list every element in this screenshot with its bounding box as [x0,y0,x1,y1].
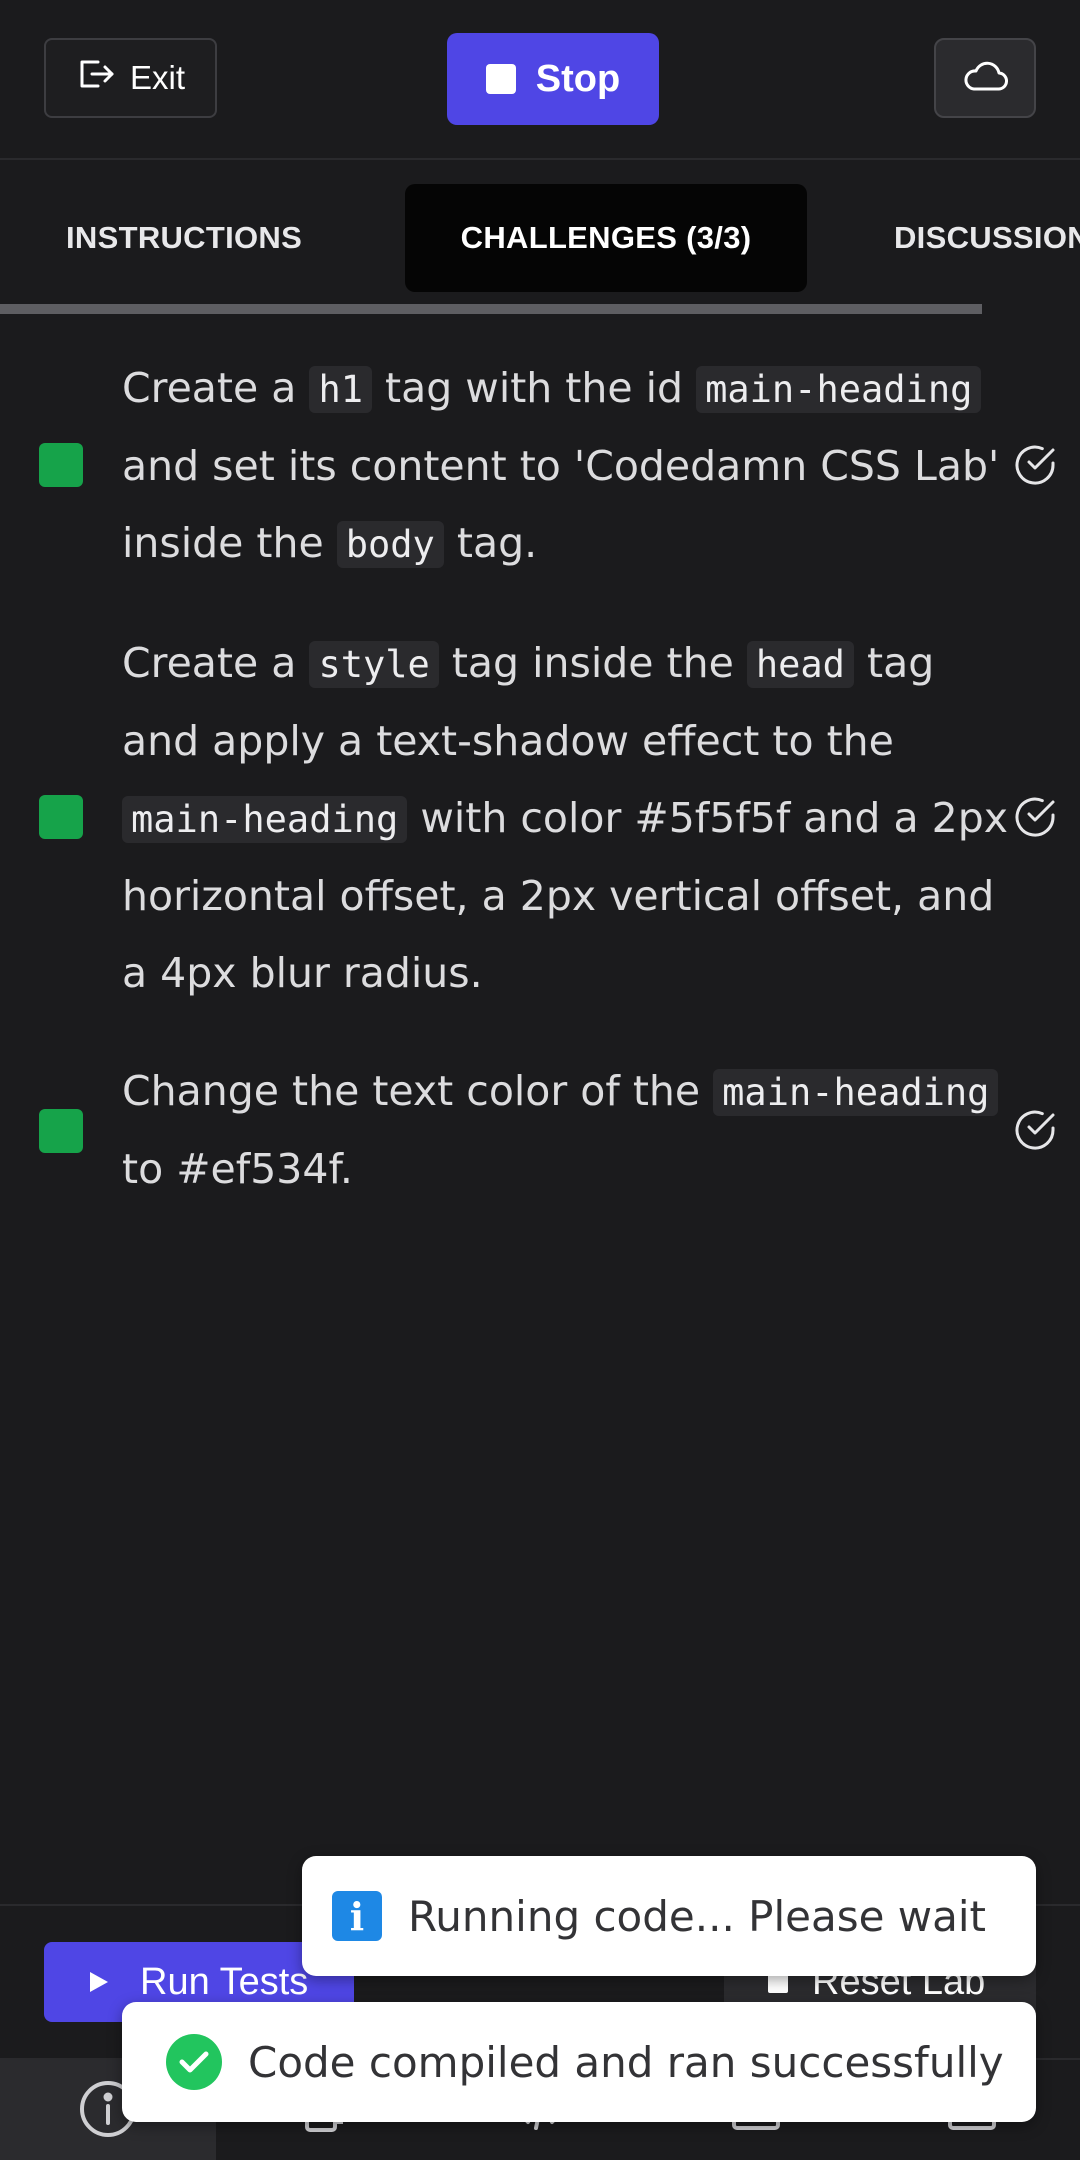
stop-icon [485,64,516,94]
stop-button[interactable]: Stop [447,33,659,125]
challenge-item: Change the text color of the main-headin… [0,1053,1080,1207]
success-toast-message: Code compiled and ran successfully [248,2037,1004,2087]
run-tests-label: Run Tests [140,1960,309,2003]
tab-bar: INSTRUCTIONS CHALLENGES (3/3) DISCUSSION [0,162,1080,312]
challenge-status-indicator [39,443,83,487]
tab-challenges[interactable]: CHALLENGES (3/3) [405,184,807,292]
stop-label: Stop [535,57,621,100]
challenge-text: Change the text color of the main-headin… [122,1053,1012,1208]
check-circle-icon [1012,1107,1058,1153]
challenge-item: Create a h1 tag with the id main-heading… [0,350,1080,581]
challenge-status-indicator [39,795,83,839]
tab-discussion[interactable]: DISCUSSION [894,184,1080,292]
info-toast: i Running code... Please wait [302,1856,1036,1976]
challenge-text-run: Change the text color of the [122,1067,714,1115]
challenge-text-run: and set its content to 'Codedamn CSS Lab… [122,442,1000,567]
success-check-icon [166,2034,222,2090]
exit-label: Exit [129,59,185,96]
info-toast-message: Running code... Please wait [408,1891,987,1941]
challenge-text-run: tag. [443,519,538,567]
inline-code: head [746,641,854,688]
challenge-text-run: to #ef534f. [122,1145,353,1193]
info-icon: i [332,1891,382,1941]
challenge-text: Create a style tag inside the head tag a… [122,625,1012,1012]
exit-button[interactable]: Exit [44,38,217,118]
exit-icon [76,56,116,100]
check-circle-icon [1012,442,1058,488]
challenge-text-run: tag inside the [438,639,747,687]
inline-code: style [309,641,439,688]
challenge-text-run: Create a [122,364,310,412]
cloud-sync-button[interactable] [934,38,1036,118]
inline-code: main-heading [696,366,982,413]
challenge-item: Create a style tag inside the head tag a… [0,625,1080,1010]
challenge-status-indicator [39,1109,83,1153]
inline-code: main-heading [713,1069,999,1116]
inline-code: h1 [309,366,372,413]
tab-instructions[interactable]: INSTRUCTIONS [66,184,302,292]
inline-code: main-heading [122,796,408,843]
challenge-text: Create a h1 tag with the id main-heading… [122,350,1012,583]
challenge-text-run: Create a [122,639,310,687]
tab-scrollbar[interactable] [0,304,982,314]
check-circle-icon [1012,794,1058,840]
success-toast: Code compiled and ran successfully [122,2002,1036,2122]
top-bar: Exit Stop [0,0,1080,160]
challenge-text-run: tag with the id [372,364,697,412]
cloud-icon [962,59,1008,97]
play-icon [88,1961,110,2004]
inline-code: body [336,521,444,568]
